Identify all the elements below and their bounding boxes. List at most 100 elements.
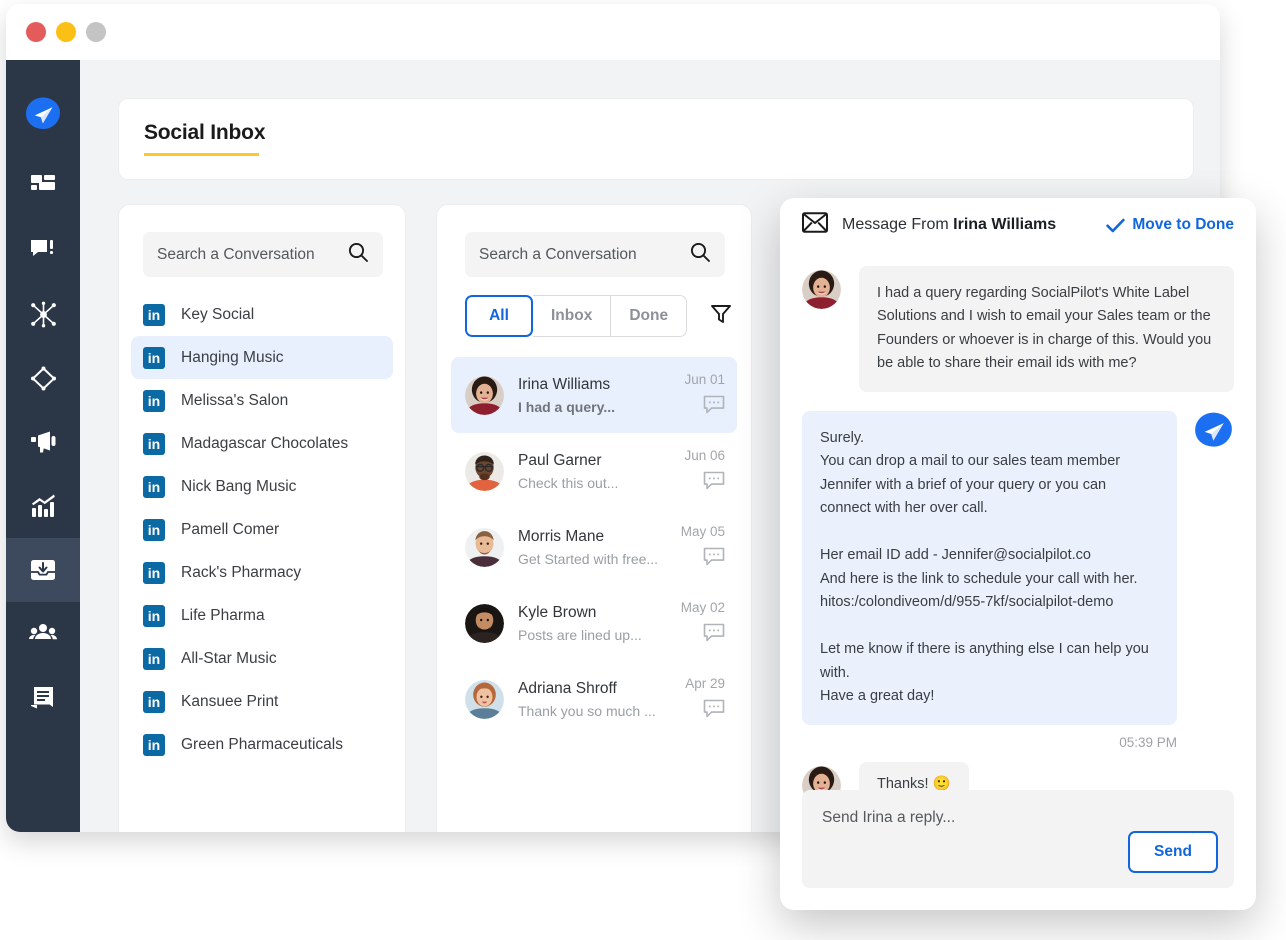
search-icon[interactable] (689, 241, 711, 268)
conversations-panel: Search a Conversation All Inbox Done Iri… (436, 204, 752, 832)
accounts-search-input[interactable]: Search a Conversation (143, 232, 383, 277)
account-list-item[interactable]: in All-Star Music (131, 637, 393, 680)
account-name: All-Star Music (181, 649, 277, 667)
conversation-preview: Check this out... (518, 474, 619, 491)
message-panel-header: Message From Irina Williams Move to Done (780, 198, 1256, 252)
conversation-preview: Get Started with free... (518, 550, 659, 567)
comment-bubble-icon (703, 623, 725, 647)
minimize-window-button[interactable] (56, 22, 76, 42)
conversation-list-item[interactable]: Adriana Shroff Thank you so much ... Apr 2… (451, 661, 737, 737)
reports-document-icon (30, 685, 57, 712)
page-header-card: Social Inbox (118, 98, 1194, 180)
linkedin-icon: in (143, 475, 165, 498)
avatar (802, 270, 841, 309)
account-list-item[interactable]: in Pamell Comer (131, 508, 393, 551)
accounts-search-placeholder: Search a Conversation (157, 245, 315, 263)
conversation-preview: Posts are lined up... (518, 626, 642, 643)
conversation-meta: Jun 06 (671, 448, 725, 495)
reply-composer[interactable]: Send Irina a reply... Send (802, 790, 1234, 888)
account-list-item[interactable]: in Rack's Pharmacy (131, 551, 393, 594)
sidebar-item-distribute[interactable] (6, 282, 80, 346)
sidebar-item-team[interactable] (6, 602, 80, 666)
inbox-tray-icon (29, 556, 57, 584)
move-to-done-button[interactable]: Move to Done (1106, 216, 1234, 234)
close-window-button[interactable] (26, 22, 46, 42)
conversation-date: May 05 (680, 523, 725, 539)
accounts-list: in Key Social in Hanging Music in Melissa's S… (131, 293, 393, 766)
sidebar-item-analytics[interactable] (6, 474, 80, 538)
comment-bubble-icon (703, 395, 725, 419)
linkedin-icon: in (143, 303, 165, 326)
account-list-item[interactable]: in Melissa's Salon (131, 379, 393, 422)
socialpilot-logo-icon[interactable] (6, 84, 80, 146)
linkedin-icon: in (143, 733, 165, 756)
conversation-text: Morris Mane Get Started with free... (518, 528, 671, 567)
send-button[interactable]: Send (1128, 831, 1218, 873)
message-detail-panel: Message From Irina Williams Move to Done (780, 198, 1256, 910)
conversation-list-item[interactable]: Irina Williams I had a query... Jun 01 (451, 357, 737, 433)
account-list-item[interactable]: in Nick Bang Music (131, 465, 393, 508)
envelope-icon (802, 212, 828, 238)
account-list-item[interactable]: in Hanging Music (131, 336, 393, 379)
check-icon (1106, 218, 1126, 233)
sidebar-item-social-inbox[interactable] (6, 538, 80, 602)
message-bubble-incoming: I had a query regarding SocialPilot's Wh… (859, 266, 1234, 392)
account-name: Rack's Pharmacy (181, 563, 302, 581)
account-name: Madagascar Chocolates (181, 434, 349, 452)
account-list-item[interactable]: in Madagascar Chocolates (131, 422, 393, 465)
sidebar-item-posts[interactable] (6, 218, 80, 282)
avatar (465, 679, 504, 719)
conversation-meta: Jun 01 (671, 372, 725, 419)
avatar (465, 603, 504, 643)
message-thread: I had a query regarding SocialPilot's Wh… (780, 252, 1256, 829)
comment-bubble-icon (703, 471, 725, 495)
analytics-bar-chart-icon (30, 493, 57, 520)
dashboard-icon (30, 173, 56, 199)
sidebar-item-dashboard[interactable] (6, 154, 80, 218)
message-bubble-outgoing: Surely. You can drop a mail to our sales… (802, 410, 1177, 725)
conversations-search-input[interactable]: Search a Conversation (465, 232, 725, 277)
conversation-text: Adriana Shroff Thank you so much ... (518, 680, 671, 719)
account-list-item[interactable]: in Green Pharmaceuticals (131, 723, 393, 766)
account-name: Hanging Music (181, 348, 284, 366)
comment-bubble-icon (703, 547, 725, 571)
conversation-list-item[interactable]: Paul Garner Check this out... Jun 06 (451, 433, 737, 509)
comment-bubble-icon (703, 699, 725, 723)
conversation-list-item[interactable]: Kyle Brown Posts are lined up... May 02 (451, 585, 737, 661)
linkedin-icon: in (143, 346, 165, 369)
accounts-panel: Search a Conversation in Key Social in Hang… (118, 204, 406, 832)
conversation-list-item[interactable]: Morris Mane Get Started with free... May 0… (451, 509, 737, 585)
account-name: Key Social (181, 305, 255, 323)
window-titlebar (6, 4, 1220, 60)
tab-done[interactable]: Done (611, 295, 688, 337)
account-name: Kansuee Print (181, 692, 279, 710)
linkedin-icon: in (143, 690, 165, 713)
filter-button[interactable] (709, 302, 733, 331)
tab-inbox[interactable]: Inbox (533, 295, 612, 337)
account-list-item[interactable]: in Kansuee Print (131, 680, 393, 723)
conversation-meta: May 05 (671, 524, 725, 571)
search-icon[interactable] (347, 241, 369, 268)
avatar (465, 451, 504, 491)
conversation-text: Paul Garner Check this out... (518, 452, 671, 491)
conversation-text: Kyle Brown Posts are lined up... (518, 604, 671, 643)
account-list-item[interactable]: in Life Pharma (131, 594, 393, 637)
message-timestamp: 05:39 PM (1119, 734, 1177, 750)
conversation-meta: Apr 29 (671, 676, 725, 723)
maximize-window-button[interactable] (86, 22, 106, 42)
avatar (465, 375, 504, 415)
message-sender-name: Irina Williams (953, 216, 1057, 233)
compose-post-icon (30, 237, 56, 263)
sidebar-item-reports[interactable] (6, 666, 80, 730)
conversation-name: Paul Garner (518, 451, 602, 469)
app-sidebar (6, 60, 80, 832)
message-outgoing: Surely. You can drop a mail to our sales… (802, 410, 1234, 725)
sidebar-item-advertise[interactable] (6, 410, 80, 474)
account-list-item[interactable]: in Key Social (131, 293, 393, 336)
page-title: Social Inbox (144, 121, 266, 144)
tab-all[interactable]: All (465, 295, 533, 337)
linkedin-icon: in (143, 432, 165, 455)
move-to-done-label: Move to Done (1132, 216, 1234, 233)
sidebar-item-content-curation[interactable] (6, 346, 80, 410)
filter-funnel-icon (709, 302, 733, 331)
